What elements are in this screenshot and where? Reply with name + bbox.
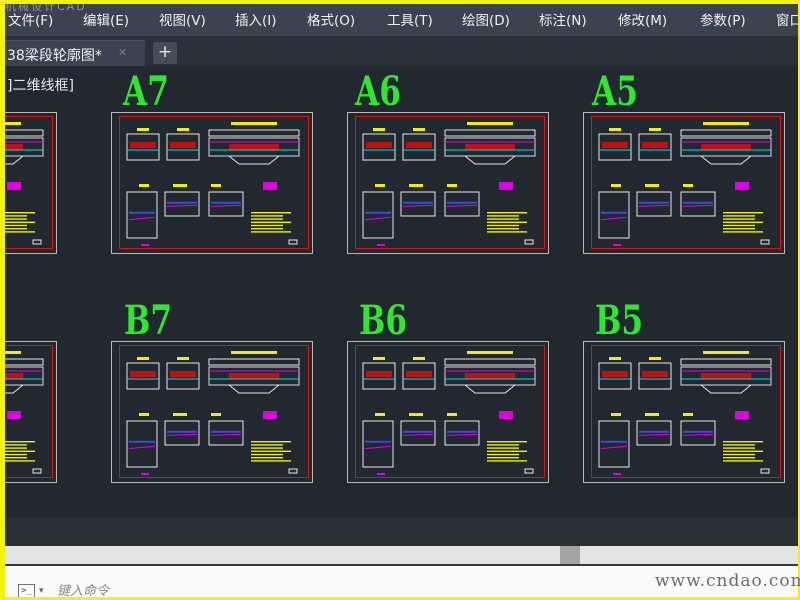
- menu-tools[interactable]: 工具(T): [387, 12, 433, 30]
- sheet-label-b5: B5: [595, 297, 644, 344]
- menu-format[interactable]: 格式(O): [307, 12, 355, 30]
- menu-edit[interactable]: 编辑(E): [83, 12, 129, 30]
- tab-drawing[interactable]: 38梁段轮廓图* ✕: [5, 40, 145, 67]
- drawing-sheet[interactable]: [5, 112, 57, 254]
- file-tab-bar: 38梁段轮廓图* ✕ +: [5, 36, 798, 67]
- sheet-label-a7: A7: [123, 68, 169, 115]
- menu-dimension[interactable]: 标注(N): [539, 12, 587, 30]
- drawing-sheet-b5[interactable]: [583, 341, 785, 483]
- drawing-sheet-b7[interactable]: [111, 341, 313, 483]
- command-input[interactable]: [57, 583, 557, 597]
- drawing-sheet-a7[interactable]: [111, 112, 313, 254]
- drawing-sheet-b6[interactable]: [347, 341, 549, 483]
- menu-modify[interactable]: 修改(M): [618, 12, 667, 30]
- new-tab-button[interactable]: +: [153, 42, 177, 64]
- chevron-down-icon[interactable]: ▾: [39, 586, 44, 596]
- close-icon[interactable]: ✕: [118, 46, 127, 59]
- tab-drawing-label: 38梁段轮廓图*: [7, 48, 102, 64]
- autocad-window: 机械设计CAD 文件(F) 编辑(E) 视图(V) 插入(I) 格式(O) 工具…: [5, 4, 798, 597]
- drawing-sheet[interactable]: [5, 341, 57, 483]
- command-prompt-icon[interactable]: >_: [18, 584, 35, 597]
- sheet-label-a5: A5: [592, 68, 638, 115]
- model-layout-strip: [5, 517, 798, 546]
- viewport-style-label[interactable]: ]二维线框]: [7, 75, 74, 95]
- menu-file[interactable]: 文件(F): [8, 12, 53, 30]
- sheet-label-b7: B7: [124, 297, 173, 344]
- horizontal-scrollbar[interactable]: [5, 546, 798, 564]
- menu-draw[interactable]: 绘图(D): [462, 12, 510, 30]
- menu-view[interactable]: 视图(V): [159, 12, 206, 30]
- drawing-sheet-a5[interactable]: [583, 112, 785, 254]
- menu-parametric[interactable]: 参数(P): [700, 12, 746, 30]
- menu-insert[interactable]: 插入(I): [235, 12, 277, 30]
- sheet-label-a6: A6: [355, 68, 401, 115]
- drawing-viewport[interactable]: ]二维线框] A7 A6 A5 B7 B6 B5: [5, 66, 798, 517]
- menu-bar: 机械设计CAD 文件(F) 编辑(E) 视图(V) 插入(I) 格式(O) 工具…: [5, 4, 798, 36]
- menu-window[interactable]: 窗口: [776, 12, 798, 30]
- sheet-label-b6: B6: [359, 297, 408, 344]
- scrollbar-thumb[interactable]: [560, 546, 580, 564]
- site-watermark: www.cndao.com: [655, 571, 800, 591]
- drawing-sheet-a6[interactable]: [347, 112, 549, 254]
